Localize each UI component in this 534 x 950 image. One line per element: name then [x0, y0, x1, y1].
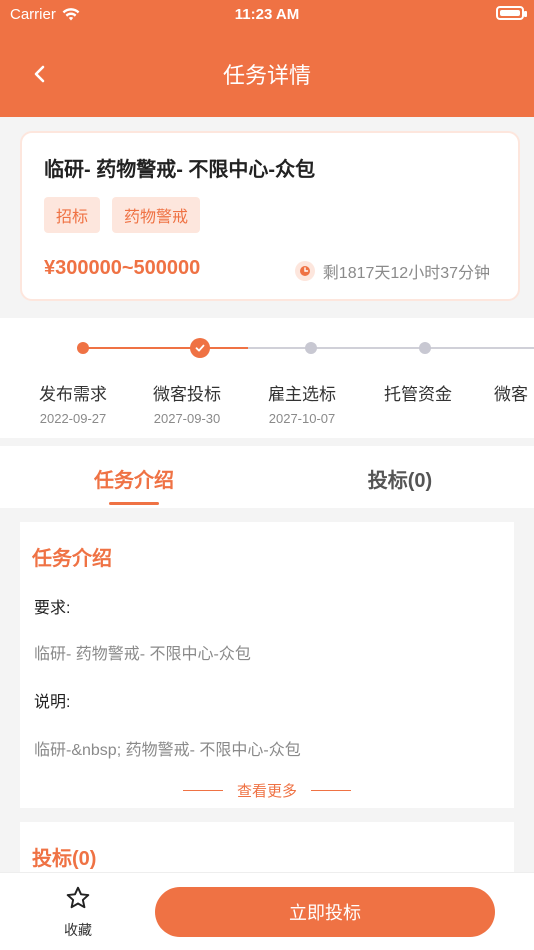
tab-bids[interactable]: 投标(0): [320, 464, 480, 493]
progress-steps: 发布需求 2022-09-27 微客投标 2027-09-30 雇主选标 202…: [0, 318, 534, 438]
back-button[interactable]: [22, 56, 58, 92]
step-label: 发布需求: [39, 385, 107, 404]
step-label: 托管资金: [384, 385, 452, 404]
task-tags: 招标 药物警戒: [44, 197, 201, 233]
tab-intro[interactable]: 任务介绍: [54, 464, 214, 493]
nav-bar: 任务详情: [0, 56, 534, 92]
divider: [311, 790, 351, 791]
tag-pharmacovigilance: 药物警戒: [112, 197, 201, 233]
tab-underline: [109, 502, 159, 505]
explanation-label: 说明:: [34, 694, 71, 711]
clock-time: 11:23 AM: [234, 6, 300, 23]
favorite-button[interactable]: 收藏: [44, 885, 112, 940]
check-icon: [190, 338, 210, 358]
page-title: 任务详情: [222, 63, 311, 88]
status-bar: Carrier 11:23 AM: [0, 0, 534, 28]
requirement-text: 临研- 药物警戒- 不限中心-众包: [34, 646, 251, 663]
bottom-bar: 收藏 立即投标: [0, 872, 534, 950]
price-range: ¥300000~500000: [44, 257, 201, 279]
remaining-text: 剩1817天12小时37分钟: [322, 265, 490, 282]
tag-bidding: 招标: [44, 197, 101, 233]
bid-now-button[interactable]: 立即投标: [155, 887, 495, 937]
view-more-label: 查看更多: [236, 783, 297, 800]
divider: [182, 790, 223, 791]
step-date: 2027-10-07: [268, 411, 336, 426]
step-bid: 微客投标 2027-09-30: [127, 380, 247, 426]
step-dot-4: [419, 342, 431, 354]
step-more: 微客: [494, 380, 534, 405]
intro-title: 任务介绍: [32, 548, 112, 570]
step-dot-1: [77, 342, 89, 354]
bids-title: 投标(0): [32, 848, 97, 870]
step-publish: 发布需求 2022-09-27: [13, 380, 133, 426]
progress-line-done: [83, 347, 248, 349]
star-icon: [66, 886, 90, 909]
step-label: 雇主选标: [268, 385, 336, 404]
step-select: 雇主选标 2027-10-07: [242, 380, 362, 426]
favorite-label: 收藏: [64, 922, 92, 938]
step-date: 2027-09-30: [153, 411, 221, 426]
step-escrow: 托管资金: [358, 380, 478, 411]
requirement-label: 要求:: [34, 600, 71, 617]
progress-line-pending: [248, 347, 534, 349]
step-dot-3: [305, 342, 317, 354]
remaining-time: 剩1817天12小时37分钟: [294, 259, 490, 283]
task-card: 临研- 药物警戒- 不限中心-众包 招标 药物警戒 ¥300000~500000…: [20, 131, 520, 301]
task-title: 临研- 药物警戒- 不限中心-众包: [44, 159, 316, 181]
step-label: 微客投标: [153, 385, 221, 404]
intro-card: 任务介绍 要求: 临研- 药物警戒- 不限中心-众包 说明: 临研-&nbsp;…: [20, 522, 514, 808]
explanation-text: 临研-&nbsp; 药物警戒- 不限中心-众包: [34, 742, 301, 759]
battery-icon: [496, 6, 527, 20]
step-date: 2022-09-27: [39, 411, 107, 426]
tab-bar: 任务介绍 投标(0): [0, 446, 534, 508]
step-label: 微客: [494, 385, 528, 404]
header: Carrier 11:23 AM 任务详情: [0, 0, 534, 117]
clock-icon: [294, 261, 315, 281]
view-more-button[interactable]: 查看更多: [20, 780, 514, 801]
chevron-left-icon: [34, 65, 45, 83]
